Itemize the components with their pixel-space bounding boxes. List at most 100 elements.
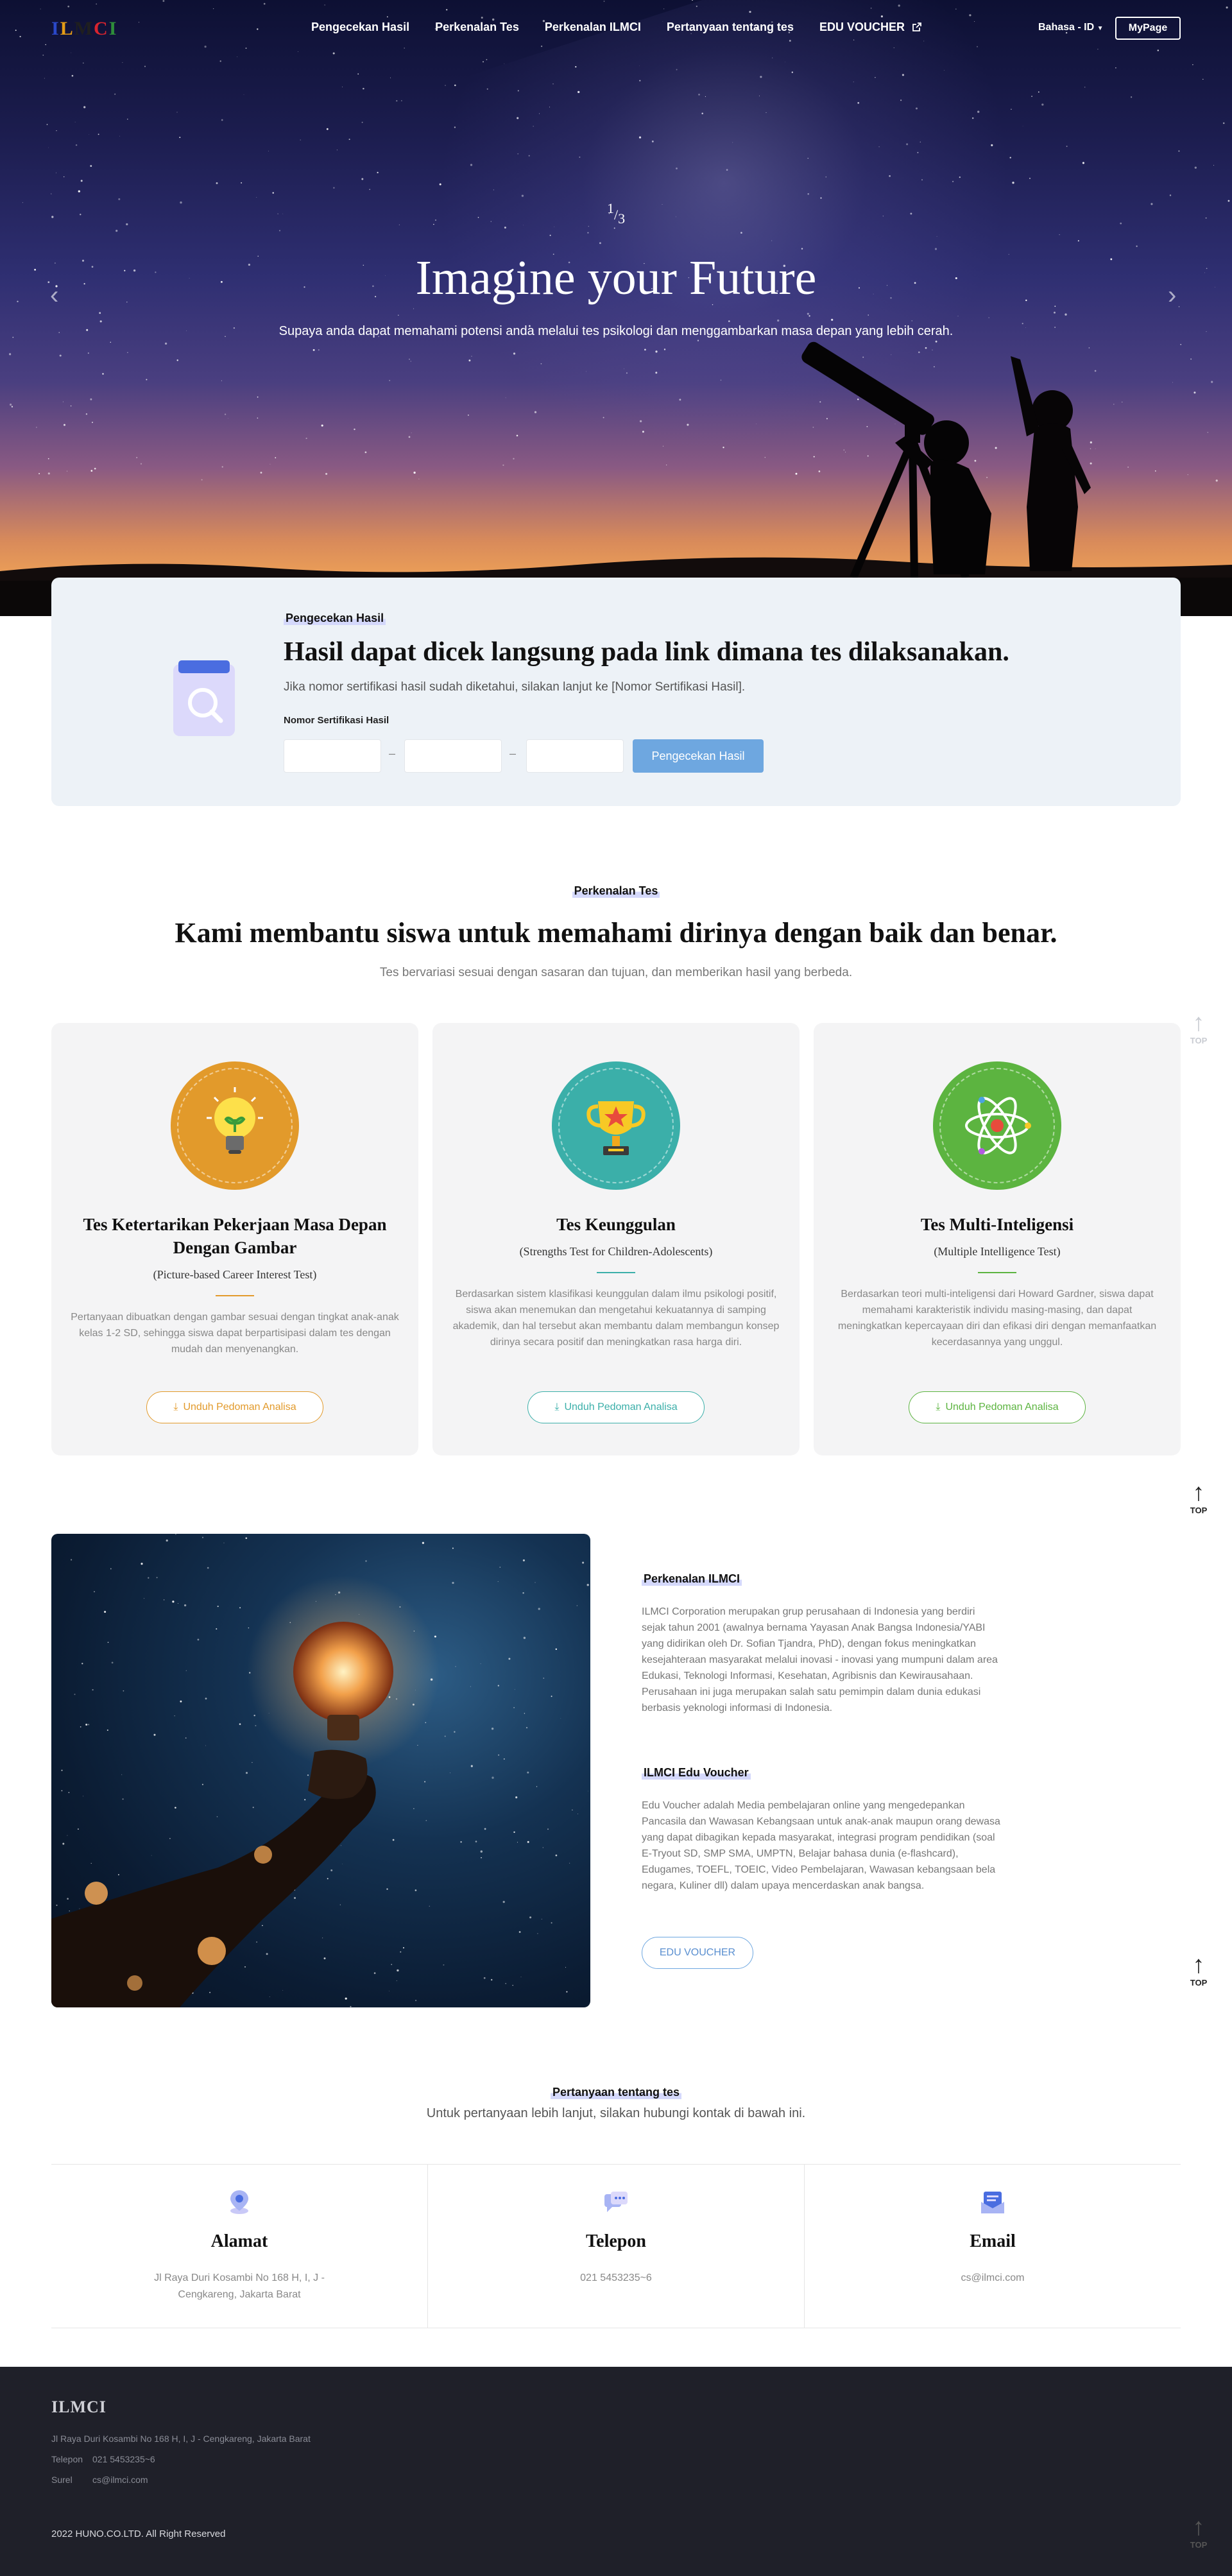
certificate-label: Nomor Sertifikasi Hasil — [284, 715, 389, 726]
logo-letter: M — [74, 18, 94, 39]
nav-links: Pengecekan Hasil Perkenalan Tes Perkenal… — [311, 21, 922, 34]
card-subtitle: (Strengths Test for Children-Adolescents… — [519, 1245, 713, 1258]
card-title: Tes Keunggulan — [556, 1215, 676, 1234]
download-guide-label: Unduh Pedoman Analisa — [564, 1402, 678, 1413]
check-title: Hasil dapat dicek langsung pada link dim… — [284, 637, 1009, 667]
mail-icon — [981, 2192, 1004, 2213]
footer: ILMCI Jl Raya Duri Kosambi No 168 H, I, … — [0, 2367, 1232, 2576]
trophy-icon — [552, 1061, 680, 1190]
scroll-top-label: TOP — [1190, 2540, 1208, 2550]
arrow-up-icon: ↑ — [1192, 1479, 1205, 1506]
hero-title: Imagine your Future — [415, 251, 817, 305]
contact-email: Email cs@ilmci.com — [804, 2165, 1181, 2328]
slide-total: 3 — [618, 210, 626, 227]
copyright: 2022 HUNO.CO.LTD. All Right Reserved — [51, 2529, 226, 2539]
logo-letter: I — [51, 18, 60, 39]
download-guide-button[interactable]: ⤓ Unduh Pedoman Analisa — [146, 1391, 323, 1423]
logo[interactable]: ILMCI — [51, 18, 117, 40]
slide-current: 1 — [606, 200, 614, 216]
contact-title: Email — [970, 2231, 1016, 2251]
certificate-input-2[interactable] — [404, 739, 502, 773]
search-clipboard-icon — [173, 660, 235, 736]
email-address: cs@ilmci.com — [961, 2272, 1025, 2283]
address-line: Cengkareng, Jakarta Barat — [178, 2289, 301, 2300]
certificate-input-1[interactable] — [284, 739, 381, 773]
download-guide-label: Unduh Pedoman Analisa — [183, 1402, 296, 1413]
contact-title: Alamat — [210, 2231, 268, 2251]
check-description: Jika nomor sertifikasi hasil sudah diket… — [284, 680, 746, 694]
check-section-tag: Pengecekan Hasil — [284, 612, 386, 625]
slide-counter: 1/3 — [0, 200, 1232, 227]
footer-email-value: cs@ilmci.com — [92, 2475, 148, 2485]
download-guide-button[interactable]: ⤓ Unduh Pedoman Analisa — [527, 1391, 705, 1423]
nav-link-pertanyaan[interactable]: Pertanyaan tentang tes — [667, 21, 794, 34]
prev-slide-icon[interactable]: ‹ — [50, 282, 69, 308]
scroll-top-button[interactable]: ↑ TOP — [1186, 1010, 1211, 1045]
edu-voucher-button[interactable]: EDU VOUCHER — [642, 1937, 753, 1969]
input-separator: – — [389, 747, 396, 760]
arrow-up-icon: ↑ — [1192, 1009, 1205, 1036]
contact-tag-wrap: Pertanyaan tentang tes — [0, 2086, 1232, 2099]
scroll-top-button[interactable]: ↑ TOP — [1186, 1480, 1211, 1515]
about-ilmci: Perkenalan ILMCI ILMCI Corporation merup… — [642, 1572, 1001, 1716]
contact-value: cs@ilmci.com — [805, 2270, 1181, 2287]
card-divider — [216, 1295, 254, 1296]
ilmci-section-tag: Perkenalan ILMCI — [642, 1572, 742, 1586]
location-pin-icon — [230, 2190, 248, 2214]
caret-down-icon: ▼ — [1097, 25, 1104, 32]
nav-link-edu-voucher[interactable]: EDU VOUCHER — [819, 21, 922, 34]
intro-subtitle: Tes bervariasi sesuai dengan sasaran dan… — [379, 966, 853, 979]
mypage-button[interactable]: MyPage — [1115, 17, 1181, 40]
card-description: Berdasarkan teori multi-inteligensi dari… — [837, 1289, 1157, 1348]
contact-section-tag: Pertanyaan tentang tes — [550, 2086, 682, 2099]
top-navigation: ILMCI Pengecekan Hasil Perkenalan Tes Pe… — [0, 0, 1232, 56]
nav-link-edu-voucher-label: EDU VOUCHER — [819, 21, 905, 33]
lightbulb-hand-photo — [51, 1534, 590, 2007]
test-card-strengths: Tes Keunggulan (Strengths Test for Child… — [432, 1023, 800, 1455]
contact-list: Alamat Jl Raya Duri Kosambi No 168 H, I,… — [51, 2164, 1181, 2328]
chat-bubble-icon — [604, 2192, 628, 2212]
next-slide-icon[interactable]: › — [1168, 282, 1187, 308]
result-check-card: Pengecekan Hasil Hasil dapat dicek langs… — [51, 578, 1181, 806]
scroll-top-label: TOP — [1190, 1978, 1208, 1988]
card-title: Tes Multi-Inteligensi — [920, 1215, 1074, 1234]
phone-number: 021 5453235~6 — [580, 2272, 652, 2283]
contact-subtitle: Untuk pertanyaan lebih lanjut, silakan h… — [426, 2106, 806, 2120]
nav-link-perkenalan-ilmci[interactable]: Perkenalan ILMCI — [545, 21, 641, 34]
external-link-icon — [912, 22, 921, 31]
telescope-silhouette — [0, 341, 1232, 616]
card-divider — [597, 1272, 635, 1273]
scroll-top-label: TOP — [1190, 1036, 1208, 1045]
address-line: Jl Raya Duri Kosambi No 168 H, I, J - — [154, 2272, 325, 2283]
check-result-button[interactable]: Pengecekan Hasil — [633, 739, 764, 773]
contact-title: Telepon — [586, 2231, 646, 2251]
footer-email-label: Surel — [51, 2475, 73, 2485]
hero-banner: ILMCI Pengecekan Hasil Perkenalan Tes Pe… — [0, 0, 1232, 616]
ilmci-description: ILMCI Corporation merupakan grup perusah… — [642, 1606, 998, 1713]
scroll-top-button[interactable]: ↑ TOP — [1186, 1952, 1211, 1988]
intro-title: Kami membantu siswa untuk memahami dirin… — [175, 917, 1057, 949]
input-separator: – — [509, 747, 517, 760]
footer-phone-label: Telepon — [51, 2454, 83, 2464]
contact-phone: Telepon 021 5453235~6 — [427, 2165, 804, 2328]
card-title: Tes Ketertarikan Pekerjaan Masa Depan De… — [83, 1215, 387, 1257]
certificate-input-3[interactable] — [526, 739, 624, 773]
lightbulb-icon — [171, 1061, 299, 1190]
download-guide-button[interactable]: ⤓ Unduh Pedoman Analisa — [909, 1391, 1086, 1423]
download-icon: ⤓ — [936, 1402, 941, 1413]
footer-address: Jl Raya Duri Kosambi No 168 H, I, J - Ce… — [51, 2434, 311, 2444]
nav-link-perkenalan-tes[interactable]: Perkenalan Tes — [435, 21, 519, 34]
arrow-up-icon: ↑ — [1192, 1952, 1205, 1979]
scroll-top-button[interactable]: ↑ TOP — [1186, 2514, 1211, 2550]
download-guide-label: Unduh Pedoman Analisa — [945, 1402, 1059, 1413]
about-edu-voucher: ILMCI Edu Voucher Edu Voucher adalah Med… — [642, 1766, 1001, 1894]
intro-tag-wrap: Perkenalan Tes — [0, 884, 1232, 898]
nav-link-pengecekan-hasil[interactable]: Pengecekan Hasil — [311, 21, 409, 34]
language-selector[interactable]: Bahasa - ID ▼ — [1038, 22, 1104, 33]
test-card-career: Tes Ketertarikan Pekerjaan Masa Depan De… — [51, 1023, 418, 1455]
logo-letter: L — [60, 18, 74, 39]
footer-logo: ILMCI — [51, 2398, 107, 2416]
voucher-section-tag: ILMCI Edu Voucher — [642, 1766, 751, 1780]
test-card-multi-intelligence: Tes Multi-Inteligensi (Multiple Intellig… — [814, 1023, 1181, 1455]
footer-email: Surel cs@ilmci.com — [51, 2475, 148, 2485]
